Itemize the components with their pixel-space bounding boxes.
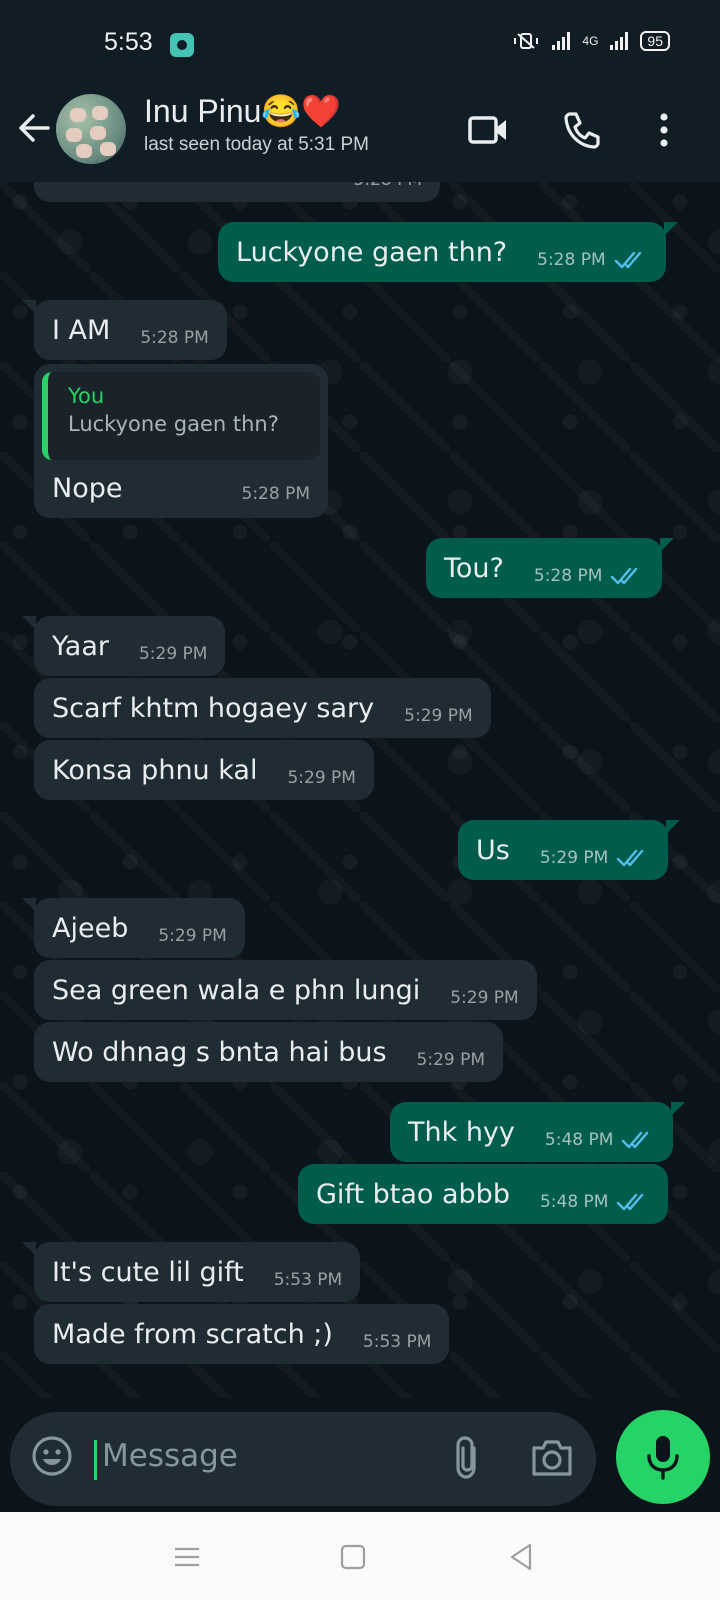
- message-time: 5:28 PM: [241, 484, 311, 504]
- message-text: Wo dhnag s bnta hai bus: [52, 1036, 387, 1068]
- message-incoming[interactable]: Konsa phnu kal 5:29 PM: [34, 740, 374, 800]
- message-incoming[interactable]: Ajeeb 5:29 PM: [22, 898, 245, 958]
- message-time: 5:29 PM: [450, 988, 519, 1008]
- contact-name[interactable]: Inu Pinu😂❤️: [144, 92, 341, 130]
- message-time: 5:29 PM: [404, 706, 473, 726]
- message-outgoing[interactable]: Luckyone gaen thn? 5:28 PM: [218, 222, 678, 282]
- message-text: Us: [476, 834, 510, 866]
- more-vertical-icon[interactable]: [640, 106, 688, 154]
- message-text: Tou?: [444, 552, 504, 584]
- battery-icon: 95: [640, 31, 670, 51]
- message-time: 5:29 PM: [158, 926, 227, 946]
- system-nav-bar: [0, 1512, 720, 1600]
- message-text: Luckyone gaen thn?: [236, 236, 508, 268]
- message-text: Sea green wala e phn lungi: [52, 974, 421, 1006]
- signal-icon: [552, 32, 571, 50]
- video-call-icon[interactable]: [464, 106, 512, 154]
- message-time: 5:29 PM: [539, 848, 609, 868]
- message-outgoing[interactable]: Thk hyy 5:48 PM: [390, 1102, 686, 1162]
- message-incoming-reply[interactable]: You Luckyone gaen thn? Nope 5:28 PM: [34, 364, 328, 518]
- phone-icon[interactable]: [558, 106, 606, 154]
- message-time: 5:48 PM: [544, 1130, 614, 1150]
- message-text: Yaar: [52, 630, 109, 662]
- message-time: 5:28 PM: [533, 566, 603, 586]
- quoted-message[interactable]: You Luckyone gaen thn?: [42, 372, 320, 460]
- emoji-icon[interactable]: [30, 1434, 74, 1478]
- message-incoming[interactable]: 5:28 PM: [34, 182, 440, 202]
- message-text: Made from scratch ;): [52, 1318, 333, 1350]
- message-text: Nope: [52, 472, 123, 504]
- message-incoming[interactable]: Sea green wala e phn lungi 5:29 PM: [34, 960, 537, 1020]
- read-receipt-icon: [622, 1131, 649, 1149]
- message-incoming[interactable]: Wo dhnag s bnta hai bus 5:29 PM: [34, 1022, 504, 1082]
- app-notification-icon: [170, 33, 194, 57]
- signal-icon-2: [610, 32, 629, 50]
- quote-author: You: [68, 384, 105, 408]
- read-receipt-icon: [611, 567, 638, 585]
- read-receipt-icon: [614, 251, 641, 269]
- menu-icon[interactable]: [170, 1540, 204, 1574]
- message-outgoing[interactable]: Tou? 5:28 PM: [426, 538, 675, 598]
- mic-icon: [647, 1436, 679, 1480]
- avatar[interactable]: [56, 94, 126, 164]
- message-input-bar[interactable]: Message: [10, 1412, 596, 1506]
- status-icons: 4G 95: [512, 30, 670, 52]
- status-time: 5:53: [104, 28, 153, 56]
- paperclip-icon[interactable]: [446, 1434, 490, 1482]
- message-incoming[interactable]: I AM 5:28 PM: [22, 300, 227, 360]
- message-incoming[interactable]: Made from scratch ;) 5:53 PM: [34, 1304, 450, 1364]
- chat-area[interactable]: 5:28 PM Luckyone gaen thn? 5:28 PM I AM …: [0, 182, 720, 1398]
- message-incoming[interactable]: It's cute lil gift 5:53 PM: [21, 1242, 361, 1302]
- message-time: 5:28 PM: [354, 182, 423, 190]
- message-text: Konsa phnu kal: [52, 754, 258, 786]
- status-bar: 5:53 4G 95: [0, 0, 720, 86]
- message-time: 5:28 PM: [140, 328, 209, 348]
- message-time: 5:29 PM: [287, 768, 356, 788]
- last-seen-status: last seen today at 5:31 PM: [144, 134, 369, 155]
- arrow-left-icon[interactable]: [14, 108, 54, 148]
- message-text: Ajeeb: [52, 912, 129, 944]
- message-outgoing[interactable]: Us 5:29 PM: [458, 820, 681, 880]
- text-caret: [94, 1440, 97, 1480]
- chat-header: Inu Pinu😂❤️ last seen today at 5:31 PM: [0, 86, 720, 182]
- message-text: It's cute lil gift: [52, 1256, 244, 1288]
- read-receipt-icon: [617, 1193, 644, 1211]
- message-text: Gift btao abbb: [316, 1178, 510, 1210]
- message-input[interactable]: Message: [102, 1438, 238, 1474]
- message-incoming[interactable]: Scarf khtm hogaey sary 5:29 PM: [34, 678, 491, 738]
- message-text: I AM: [52, 314, 111, 346]
- home-icon[interactable]: [336, 1540, 370, 1574]
- network-type: 4G: [582, 34, 599, 48]
- message-time: 5:29 PM: [138, 644, 208, 664]
- message-text: Scarf khtm hogaey sary: [52, 692, 375, 724]
- message-time: 5:53 PM: [273, 1270, 343, 1290]
- mute-vibrate-icon: [514, 33, 539, 49]
- message-outgoing[interactable]: Gift btao abbb 5:48 PM: [298, 1164, 669, 1224]
- message-time: 5:48 PM: [539, 1192, 609, 1212]
- mic-button[interactable]: [616, 1410, 710, 1504]
- quote-text: Luckyone gaen thn?: [68, 412, 279, 436]
- message-time: 5:29 PM: [416, 1050, 486, 1070]
- camera-icon[interactable]: [528, 1436, 576, 1480]
- message-time: 5:53 PM: [362, 1332, 432, 1352]
- back-nav-icon[interactable]: [504, 1540, 538, 1574]
- message-incoming[interactable]: Yaar 5:29 PM: [21, 616, 226, 676]
- message-time: 5:28 PM: [537, 250, 606, 270]
- read-receipt-icon: [617, 849, 644, 867]
- message-text: Thk hyy: [408, 1116, 515, 1148]
